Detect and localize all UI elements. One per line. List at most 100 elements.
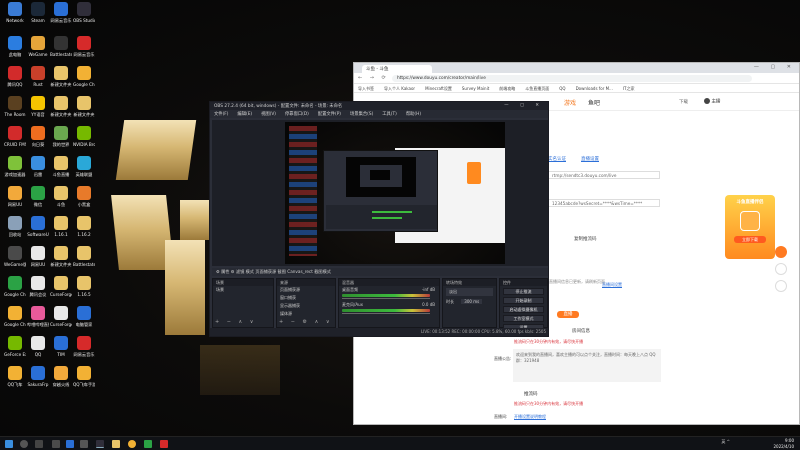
scenes-dock-buttons[interactable]: + − ∧ ∨ xyxy=(215,319,256,325)
desktop-icon[interactable]: 网易云音乐 xyxy=(73,336,95,357)
desktop-icon[interactable]: 腾讯QQ xyxy=(4,66,26,87)
system-tray[interactable]: 英 ^ xyxy=(721,439,730,445)
obs-window-controls[interactable]: — ▢ ✕ xyxy=(504,103,544,108)
desktop-icon[interactable]: OBS Studio xyxy=(73,2,95,23)
obs-menu-item[interactable]: 视图(V) xyxy=(261,112,276,117)
transition-duration[interactable]: 时长 300 ms xyxy=(443,298,496,306)
desktop-icon[interactable]: CRUID FMSWorlds xyxy=(4,126,26,147)
volume-slider[interactable] xyxy=(342,298,430,299)
desktop-icon[interactable]: 网易云音乐 xyxy=(50,2,72,23)
desktop-icon[interactable]: YY语音 xyxy=(27,96,49,117)
bookmark-item[interactable]: 前端攻略 xyxy=(499,84,515,92)
rtmp-server-field[interactable]: rtmp://sendtc3.douyu.com/live xyxy=(548,171,660,179)
desktop-icon[interactable]: 网易UU xyxy=(4,186,26,207)
desktop-icon[interactable]: SoftwareU xyxy=(27,216,49,237)
link-live-settings[interactable]: 直播设置 xyxy=(581,156,599,162)
desktop-icon[interactable]: 新建文件夹 xyxy=(73,96,95,117)
task-view-icon[interactable] xyxy=(35,440,43,448)
control-button[interactable]: 工作室模式 xyxy=(503,315,544,322)
taskbar-clock[interactable]: 9:00 2022/4/10 xyxy=(773,438,794,450)
volume-slider[interactable] xyxy=(342,313,430,314)
desktop-icon[interactable]: CurseForge xyxy=(50,276,72,297)
side-tool-2[interactable] xyxy=(775,263,787,275)
live-tag[interactable]: 直播 xyxy=(557,311,579,318)
desktop-icon[interactable]: Network xyxy=(4,2,26,23)
taskbar-app-icon[interactable] xyxy=(144,440,152,448)
desktop-icon[interactable]: QQ飞车手游 xyxy=(73,366,95,387)
obs-menu-item[interactable]: 帮助(H) xyxy=(406,112,421,117)
bookmark-item[interactable]: Minecraft设置 xyxy=(425,84,452,92)
url-input[interactable]: https://www.douyu.com/creator/main/live xyxy=(392,75,752,82)
taskbar-app-icon[interactable] xyxy=(160,440,168,448)
desktop-icon[interactable]: 新建文件夹 xyxy=(50,96,72,117)
desktop-icon[interactable]: 我的世界 xyxy=(50,126,72,147)
desktop-icon[interactable]: 此电脑 xyxy=(4,36,26,57)
control-button[interactable]: 启动虚拟摄像机 xyxy=(503,306,544,313)
link-verify[interactable]: 实名认证 xyxy=(548,156,566,162)
desktop-icon[interactable]: WeGame版 xyxy=(4,246,26,267)
desktop-icon[interactable]: Google Chrome xyxy=(4,276,26,297)
desktop-icon[interactable]: GeForce Experience xyxy=(4,336,26,357)
obs-menu-item[interactable]: 文件(F) xyxy=(214,112,228,117)
bookmark-item[interactable]: IT之家 xyxy=(623,84,635,92)
desktop-icon[interactable]: 网易云音乐 xyxy=(73,36,95,57)
sources-dock-buttons[interactable]: + − ⚙ ∧ ∨ xyxy=(279,319,333,325)
desktop-icon[interactable]: WeGame xyxy=(27,36,49,57)
desktop-icon[interactable]: 迅雷 xyxy=(27,156,49,177)
source-item[interactable]: 窗口捕获 xyxy=(277,294,335,302)
window-controls[interactable]: — ▢ ✕ xyxy=(754,64,796,70)
desktop-icon[interactable]: 穿越火线 xyxy=(50,366,72,387)
transition-select[interactable]: 淡出 xyxy=(446,288,493,296)
room-settings-link[interactable]: 直播间设置 xyxy=(602,282,622,288)
desktop-icon[interactable]: 1.16.1 xyxy=(50,216,72,237)
desktop-icon[interactable]: SakuraFrp xyxy=(27,366,49,387)
obs-preview[interactable] xyxy=(212,120,548,266)
taskbar-app-icon[interactable] xyxy=(112,440,120,448)
source-item[interactable]: 显示器捕获 xyxy=(277,302,335,310)
bookmark-item[interactable]: Survey Mainit xyxy=(462,84,489,92)
control-button[interactable]: 开始录制 xyxy=(503,297,544,304)
taskbar-app-icon[interactable] xyxy=(80,440,88,448)
bookmark-item[interactable]: 导入书签 xyxy=(358,84,374,92)
bookmark-item[interactable]: QQ xyxy=(559,84,565,92)
start-icon[interactable] xyxy=(5,440,13,448)
desktop-icon[interactable]: 回收站 xyxy=(4,216,26,237)
obs-menu-item[interactable]: 配置文件(P) xyxy=(318,112,341,117)
preview-canvas[interactable] xyxy=(285,122,505,264)
download-link[interactable]: 下载 xyxy=(679,99,688,105)
bookmark-item[interactable]: 导入个人 Kakaor xyxy=(384,84,415,92)
search-icon[interactable] xyxy=(20,440,28,448)
desktop-icon[interactable]: QQ xyxy=(27,336,49,357)
browser-tab[interactable]: 斗鱼 - 斗鱼 xyxy=(362,65,432,73)
obs-window[interactable]: OBS 27.2.4 (64 bit, windows) - 配置文件: 未命名… xyxy=(209,101,549,337)
desktop-icon[interactable]: CurseForge xyxy=(50,306,72,327)
taskbar-chrome-icon[interactable] xyxy=(128,440,136,448)
desktop-icon[interactable]: Google Chrome xyxy=(4,306,26,327)
desktop-icon[interactable]: 英雄联盟 xyxy=(73,156,95,177)
desktop-icon[interactable]: 哔哩哔哩直播 xyxy=(27,306,49,327)
avatar[interactable] xyxy=(704,98,710,104)
side-tool-3[interactable] xyxy=(775,280,787,292)
side-tool-1[interactable] xyxy=(775,246,787,258)
bookmark-item[interactable]: Downloads for M... xyxy=(576,84,613,92)
nav-buttons[interactable]: ← → ⟳ xyxy=(358,75,389,81)
desktop-icon[interactable]: 斗鱼 xyxy=(50,186,72,207)
desktop-icon[interactable]: 向日葵 xyxy=(27,126,49,147)
desktop-icon[interactable]: Battlestate Games L... xyxy=(50,36,72,57)
bookmark-item[interactable]: 斗鱼直播页面 xyxy=(525,84,549,92)
desktop-icon[interactable]: 游戏加速器 xyxy=(4,156,26,177)
desktop-icon[interactable]: 1.16.5 xyxy=(73,276,95,297)
source-item[interactable]: 媒体源 xyxy=(277,310,335,318)
desktop-icon[interactable]: 小黑盒 xyxy=(73,186,95,207)
source-toolbar[interactable]: ⚙ 属性 ⚙ 滤镜 模式 页面捕获源 截图 Canvas_rect 截图模式 xyxy=(212,268,548,276)
obs-menu-item[interactable]: 停靠窗口(D) xyxy=(285,112,309,117)
taskbar-obs-icon[interactable] xyxy=(96,440,104,448)
desktop-icon[interactable]: 微信 xyxy=(27,186,49,207)
desktop-icon[interactable]: QQ飞车 xyxy=(4,366,26,387)
desktop-icon[interactable]: 新建文件夹 xyxy=(50,66,72,87)
desktop-icon[interactable]: NVIDIA Broadcast xyxy=(73,126,95,147)
obs-menu-item[interactable]: 场景集合(S) xyxy=(350,112,373,117)
duration-value[interactable]: 300 ms xyxy=(461,299,483,304)
desktop-icon[interactable]: 腾讯会议 xyxy=(27,276,49,297)
scene-item[interactable]: 场景 xyxy=(213,286,273,294)
